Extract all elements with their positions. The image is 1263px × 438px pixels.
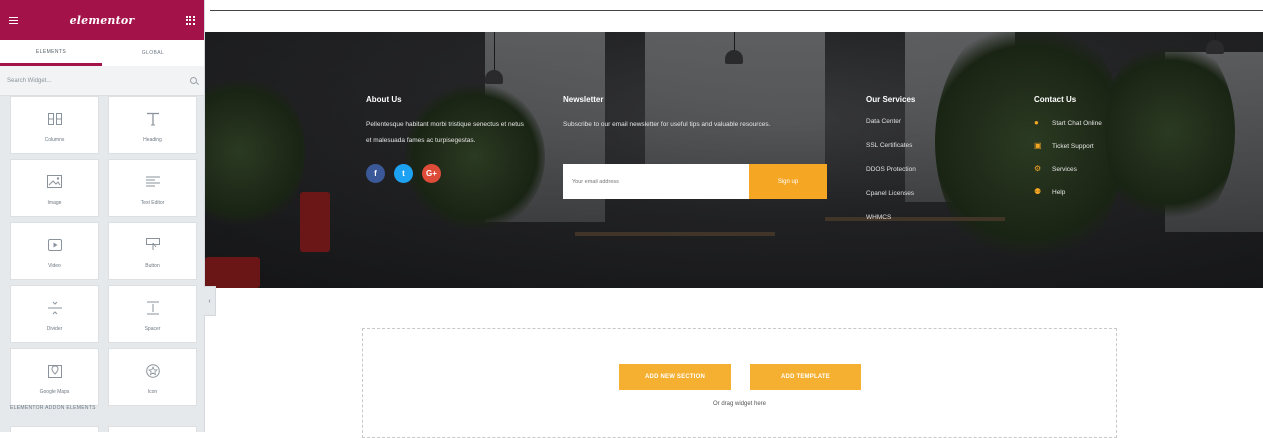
widget-spacer[interactable]: Spacer (108, 285, 197, 343)
widget-label: Spacer (144, 325, 161, 332)
panel-tabs: ELEMENTS GLOBAL (0, 40, 204, 66)
map-icon (43, 360, 67, 382)
footer-service-link[interactable]: WHMCS (866, 214, 976, 238)
facebook-icon[interactable]: f (366, 164, 385, 183)
spacer-icon (141, 297, 165, 319)
footer-services: Our Services Data Center SSL Certificate… (866, 95, 976, 238)
newsletter-form: Sign up (563, 164, 827, 199)
widget-grid: Columns Heading Image Text Editor Video (10, 96, 200, 406)
bg-lamp-cord (494, 32, 495, 72)
widget-heading[interactable]: Heading (108, 96, 197, 154)
footer-service-link[interactable]: Data Center (866, 118, 976, 142)
contact-item-label: Services (1052, 166, 1077, 173)
add-new-section-button[interactable]: ADD NEW SECTION (619, 364, 731, 390)
bg-lamp (725, 50, 743, 64)
bg-chair (300, 192, 330, 252)
video-icon (43, 234, 67, 256)
chat-icon: ● (1034, 118, 1039, 127)
search-input[interactable]: Search Widget... (7, 78, 51, 84)
add-template-button[interactable]: ADD TEMPLATE (750, 364, 861, 390)
footer-section[interactable]: About Us Pellentesque habitant morbi tri… (205, 32, 1263, 288)
help-icon: ⚉ (1034, 187, 1042, 196)
contact-item-label: Start Chat Online (1052, 120, 1102, 127)
email-field[interactable] (563, 164, 749, 199)
contact-item-label: Help (1052, 189, 1066, 196)
contact-item[interactable]: ● Start Chat Online (1034, 118, 1144, 141)
panel-collapse-toggle[interactable]: ‹ (204, 286, 216, 316)
footer-about-title: About Us (366, 95, 402, 104)
heading-icon (141, 108, 165, 130)
addon-widget-grid (10, 426, 200, 432)
widget-image[interactable]: Image (10, 159, 99, 217)
widget-columns[interactable]: Columns (10, 96, 99, 154)
widget-label: Video (48, 262, 61, 269)
signup-button[interactable]: Sign up (749, 164, 827, 199)
elementor-logo: elementor (69, 13, 135, 27)
google-plus-icon[interactable]: G+ (422, 164, 441, 183)
widget-google-maps[interactable]: Google Maps (10, 348, 99, 406)
divider-icon (43, 297, 67, 319)
addon-widget[interactable] (10, 426, 99, 432)
footer-contact-title: Contact Us (1034, 95, 1077, 104)
footer-newsletter-title: Newsletter (563, 95, 604, 104)
footer-contact: Contact Us ● Start Chat Online ▣ Ticket … (1034, 95, 1144, 210)
twitter-icon[interactable]: t (394, 164, 413, 183)
contact-item[interactable]: ⚙ Services (1034, 164, 1144, 187)
footer-services-title: Our Services (866, 95, 916, 104)
widget-search[interactable]: Search Widget... (0, 66, 204, 96)
tab-elements[interactable]: ELEMENTS (0, 40, 102, 66)
widget-label: Google Maps (39, 388, 70, 395)
add-section-dropzone[interactable]: ADD NEW SECTION ADD TEMPLATE Or drag wid… (362, 328, 1117, 438)
star-icon (141, 360, 165, 382)
bg-chair (205, 257, 260, 288)
footer-service-link[interactable]: DDOS Protection (866, 166, 976, 190)
widget-button[interactable]: Button (108, 222, 197, 280)
widget-label: Heading (143, 136, 162, 143)
widget-divider[interactable]: Divider (10, 285, 99, 343)
widget-label: Text Editor (140, 199, 165, 206)
widget-label: Icon (147, 388, 158, 395)
contact-item[interactable]: ▣ Ticket Support (1034, 141, 1144, 164)
widgets-grid-icon[interactable] (185, 15, 195, 25)
footer-about: About Us Pellentesque habitant morbi tri… (366, 95, 531, 183)
editor-panel: elementor ELEMENTS GLOBAL Search Widget.… (0, 0, 205, 432)
dropzone-hint: Or drag widget here (712, 401, 767, 407)
footer-service-link[interactable]: SSL Certificates (866, 142, 976, 166)
bg-table (575, 232, 775, 236)
footer-service-link[interactable]: Cpanel Licenses (866, 190, 976, 214)
footer-about-text: Pellentesque habitant morbi tristique se… (366, 121, 524, 144)
addons-section-title: ELEMENTOR ADDON ELEMENTS (10, 405, 96, 411)
menu-icon[interactable] (9, 16, 18, 25)
columns-icon (43, 108, 67, 130)
widget-label: Button (145, 262, 160, 269)
text-editor-icon (141, 171, 165, 193)
social-links: f t G+ (366, 164, 531, 183)
widget-label: Columns (44, 136, 65, 143)
addon-widget[interactable] (108, 426, 197, 432)
contact-item[interactable]: ⚉ Help (1034, 187, 1144, 210)
bg-lamp (485, 70, 503, 84)
bg-lamp-cord (734, 32, 735, 52)
ticket-icon: ▣ (1034, 141, 1042, 150)
widget-label: Divider (46, 325, 63, 332)
panel-header: elementor (0, 0, 204, 40)
footer-newsletter-text: Subscribe to our email newsletter for us… (563, 121, 771, 128)
footer-newsletter: Newsletter Subscribe to our email newsle… (563, 95, 838, 133)
contact-item-label: Ticket Support (1052, 143, 1094, 150)
search-icon (190, 77, 197, 84)
widget-icon[interactable]: Icon (108, 348, 197, 406)
widget-video[interactable]: Video (10, 222, 99, 280)
tab-global[interactable]: GLOBAL (102, 40, 204, 66)
widget-text-editor[interactable]: Text Editor (108, 159, 197, 217)
chevron-left-icon: ‹ (208, 297, 211, 305)
bg-plant (205, 72, 305, 232)
button-icon (141, 234, 165, 256)
bg-lamp (1206, 40, 1224, 54)
gears-icon: ⚙ (1034, 164, 1042, 173)
image-icon (43, 171, 67, 193)
page-top-border (210, 10, 1263, 11)
widget-label: Image (47, 199, 62, 206)
